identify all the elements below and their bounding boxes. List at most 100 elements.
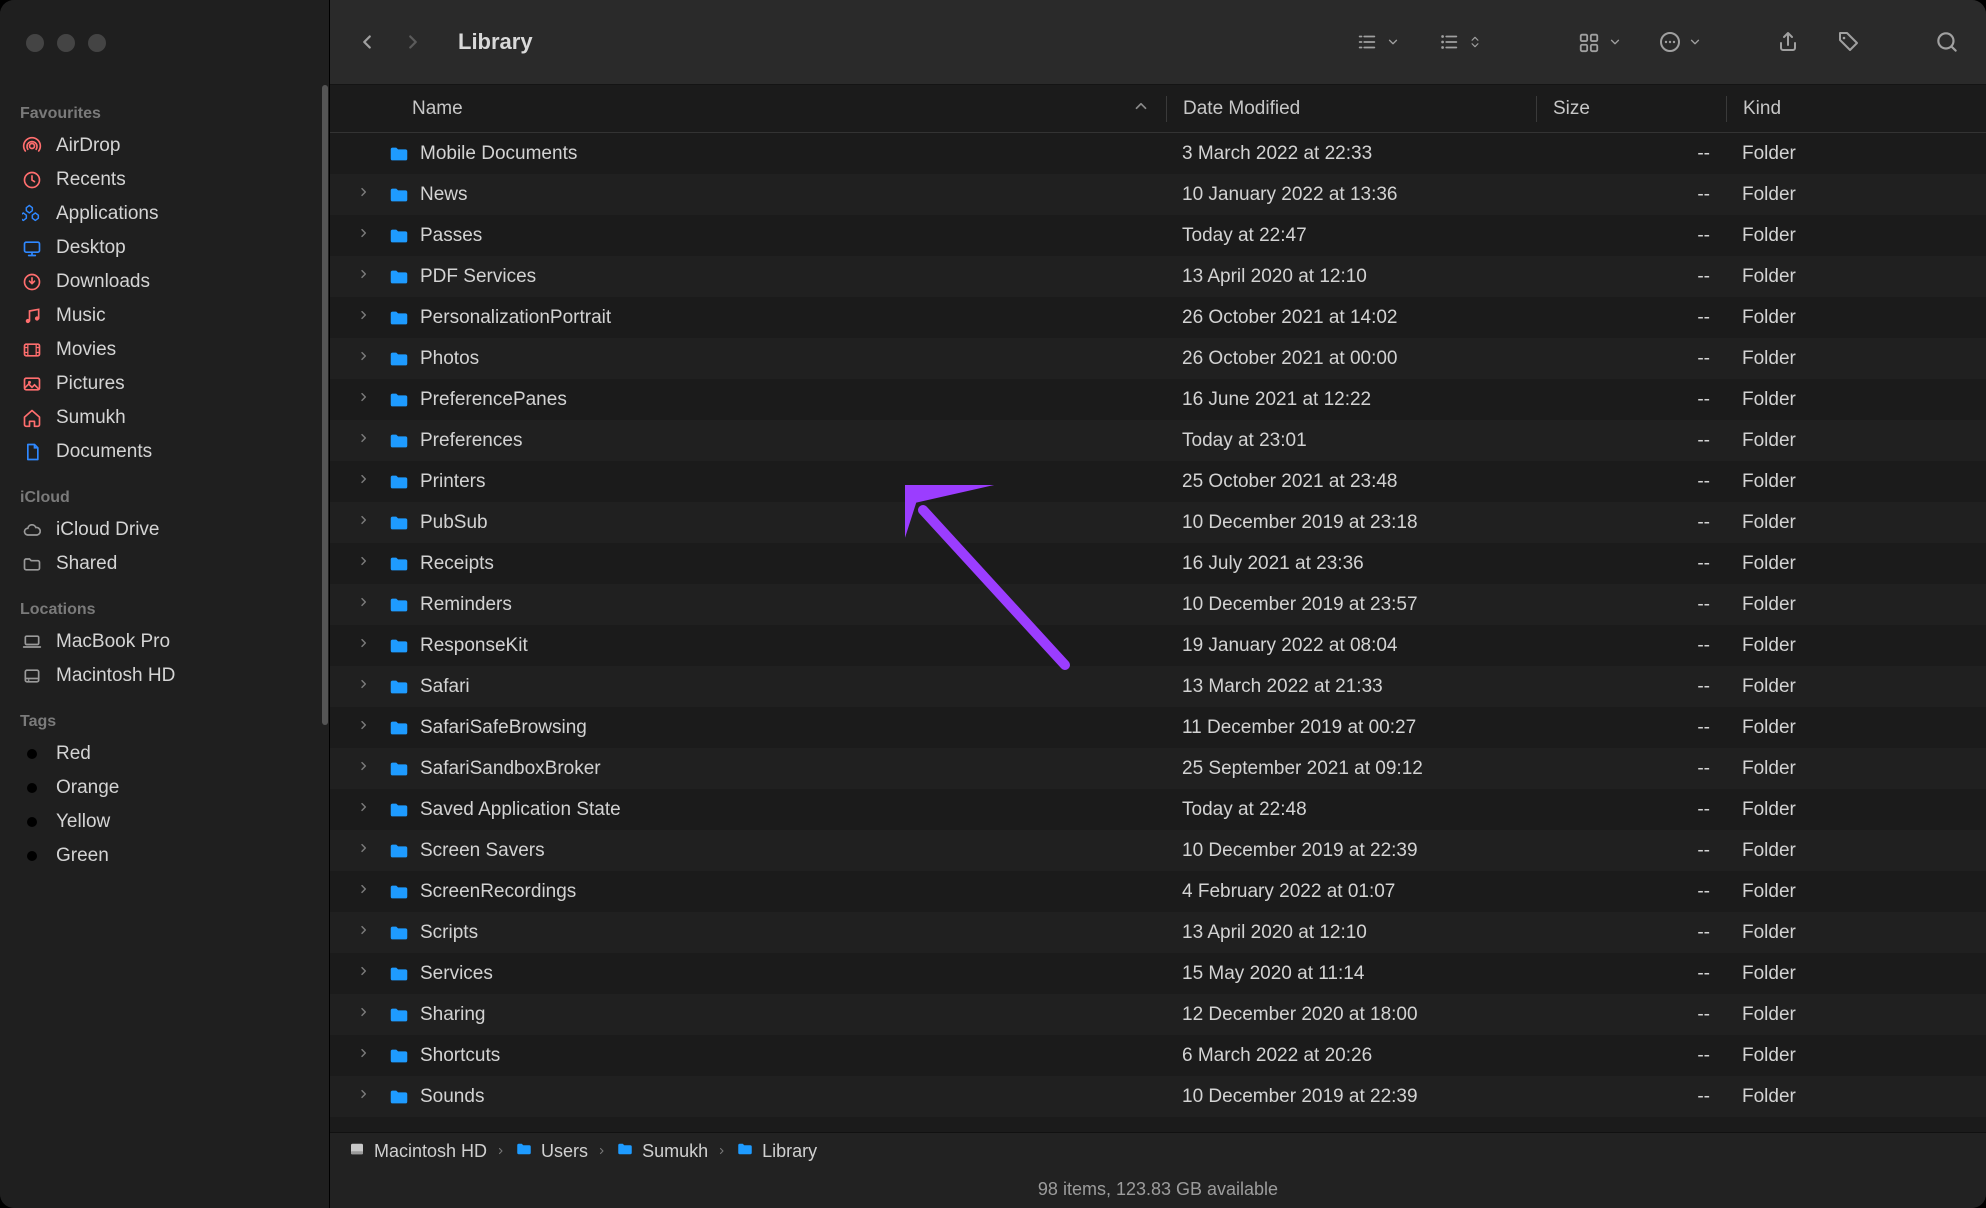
disclosure-triangle-icon[interactable] (356, 840, 378, 862)
file-name: Saved Application State (420, 799, 621, 821)
sidebar-item-label: Documents (56, 441, 152, 463)
disclosure-triangle-icon[interactable] (356, 799, 378, 821)
file-row[interactable]: SafariSandboxBroker25 September 2021 at … (330, 748, 1986, 789)
column-header-size[interactable]: Size (1536, 96, 1726, 122)
file-row[interactable]: PreferencePanes16 June 2021 at 12:22--Fo… (330, 379, 1986, 420)
file-row[interactable]: ResponseKit19 January 2022 at 08:04--Fol… (330, 625, 1986, 666)
sidebar-item-music[interactable]: Music (0, 299, 329, 333)
file-row[interactable]: Shortcuts6 March 2022 at 20:26--Folder (330, 1035, 1986, 1076)
sort-button[interactable] (1436, 31, 1482, 53)
disclosure-triangle-icon[interactable] (356, 758, 378, 780)
sidebar-item-movies[interactable]: Movies (0, 333, 329, 367)
back-button[interactable] (356, 31, 378, 53)
view-mode-button[interactable] (1354, 31, 1400, 53)
sidebar-item-applications[interactable]: Applications (0, 197, 329, 231)
disclosure-triangle-icon[interactable] (356, 1086, 378, 1108)
file-kind: Folder (1726, 184, 1976, 206)
sidebar-item-green[interactable]: Green (0, 839, 329, 873)
share-button[interactable] (1776, 30, 1800, 54)
disclosure-triangle-icon[interactable] (356, 512, 378, 534)
sidebar-item-pictures[interactable]: Pictures (0, 367, 329, 401)
path-segment[interactable]: Macintosh HD (348, 1140, 487, 1163)
sidebar-item-red[interactable]: Red (0, 737, 329, 771)
file-row[interactable]: PersonalizationPortrait26 October 2021 a… (330, 297, 1986, 338)
disclosure-triangle-icon[interactable] (356, 266, 378, 288)
disclosure-triangle-icon[interactable] (356, 594, 378, 616)
column-header-date[interactable]: Date Modified (1166, 96, 1536, 122)
column-header-name[interactable]: Name (330, 96, 1166, 122)
file-row[interactable]: SafariSafeBrowsing11 December 2019 at 00… (330, 707, 1986, 748)
file-row[interactable]: PassesToday at 22:47--Folder (330, 215, 1986, 256)
zoom-window-button[interactable] (88, 34, 106, 52)
disclosure-triangle-icon[interactable] (356, 922, 378, 944)
sidebar: FavouritesAirDropRecentsApplicationsDesk… (0, 0, 330, 1208)
file-row[interactable]: Sharing12 December 2020 at 18:00--Folder (330, 994, 1986, 1035)
file-kind: Folder (1726, 963, 1976, 985)
disclosure-triangle-icon[interactable] (356, 635, 378, 657)
path-segment[interactable]: Users (515, 1140, 588, 1163)
sidebar-item-icloud-drive[interactable]: iCloud Drive (0, 513, 329, 547)
file-row[interactable]: Receipts16 July 2021 at 23:36--Folder (330, 543, 1986, 584)
sidebar-scrollbar[interactable] (321, 85, 329, 1208)
sidebar-item-yellow[interactable]: Yellow (0, 805, 329, 839)
sidebar-item-sumukh[interactable]: Sumukh (0, 401, 329, 435)
disclosure-triangle-icon[interactable] (356, 1004, 378, 1026)
disclosure-triangle-icon[interactable] (356, 471, 378, 493)
disclosure-triangle-icon[interactable] (356, 676, 378, 698)
path-segment[interactable]: Sumukh (616, 1140, 708, 1163)
sidebar-item-macbook-pro[interactable]: MacBook Pro (0, 625, 329, 659)
file-kind: Folder (1726, 1004, 1976, 1026)
sidebar-item-desktop[interactable]: Desktop (0, 231, 329, 265)
search-button[interactable] (1934, 29, 1960, 55)
disclosure-triangle-icon[interactable] (356, 307, 378, 329)
file-name: SafariSandboxBroker (420, 758, 601, 780)
file-row[interactable]: Printers25 October 2021 at 23:48--Folder (330, 461, 1986, 502)
disclosure-triangle-icon[interactable] (356, 553, 378, 575)
picture-icon (20, 374, 44, 394)
disclosure-triangle-icon[interactable] (356, 348, 378, 370)
sidebar-item-documents[interactable]: Documents (0, 435, 329, 469)
disclosure-triangle-icon[interactable] (356, 717, 378, 739)
disclosure-triangle-icon[interactable] (356, 881, 378, 903)
disclosure-triangle-icon[interactable] (356, 389, 378, 411)
path-segment[interactable]: Library (736, 1140, 817, 1163)
file-row[interactable]: ScreenRecordings4 February 2022 at 01:07… (330, 871, 1986, 912)
column-header-kind[interactable]: Kind (1726, 96, 1976, 122)
disclosure-triangle-icon[interactable] (356, 225, 378, 247)
file-row[interactable]: Safari13 March 2022 at 21:33--Folder (330, 666, 1986, 707)
file-row[interactable]: Saved Application StateToday at 22:48--F… (330, 789, 1986, 830)
file-kind: Folder (1726, 512, 1976, 534)
file-row[interactable]: Scripts13 April 2020 at 12:10--Folder (330, 912, 1986, 953)
action-menu-button[interactable] (1658, 30, 1702, 54)
minimize-window-button[interactable] (57, 34, 75, 52)
file-row[interactable]: Reminders10 December 2019 at 23:57--Fold… (330, 584, 1986, 625)
tags-button[interactable] (1836, 30, 1860, 54)
sidebar-item-recents[interactable]: Recents (0, 163, 329, 197)
file-row[interactable]: PubSub10 December 2019 at 23:18--Folder (330, 502, 1986, 543)
file-row[interactable]: Screen Savers10 December 2019 at 22:39--… (330, 830, 1986, 871)
file-row[interactable]: Services15 May 2020 at 11:14--Folder (330, 953, 1986, 994)
file-size: -- (1536, 676, 1726, 698)
sidebar-item-macintosh-hd[interactable]: Macintosh HD (0, 659, 329, 693)
sidebar-scrollbar-thumb[interactable] (322, 85, 328, 725)
file-row[interactable]: PreferencesToday at 23:01--Folder (330, 420, 1986, 461)
group-button[interactable] (1576, 30, 1622, 54)
file-rows[interactable]: Mobile Documents3 March 2022 at 22:33--F… (330, 133, 1986, 1132)
folder-icon (388, 512, 410, 534)
disclosure-triangle-icon[interactable] (356, 1045, 378, 1067)
file-name: PubSub (420, 512, 488, 534)
sidebar-item-shared[interactable]: Shared (0, 547, 329, 581)
close-window-button[interactable] (26, 34, 44, 52)
file-row[interactable]: Mobile Documents3 March 2022 at 22:33--F… (330, 133, 1986, 174)
sidebar-item-orange[interactable]: Orange (0, 771, 329, 805)
file-row[interactable]: Photos26 October 2021 at 00:00--Folder (330, 338, 1986, 379)
disclosure-triangle-icon[interactable] (356, 184, 378, 206)
sidebar-item-airdrop[interactable]: AirDrop (0, 129, 329, 163)
file-row[interactable]: News10 January 2022 at 13:36--Folder (330, 174, 1986, 215)
file-row[interactable]: Sounds10 December 2019 at 22:39--Folder (330, 1076, 1986, 1117)
sidebar-item-downloads[interactable]: Downloads (0, 265, 329, 299)
disclosure-triangle-icon[interactable] (356, 963, 378, 985)
file-row[interactable]: PDF Services13 April 2020 at 12:10--Fold… (330, 256, 1986, 297)
forward-button[interactable] (402, 31, 424, 53)
disclosure-triangle-icon[interactable] (356, 430, 378, 452)
